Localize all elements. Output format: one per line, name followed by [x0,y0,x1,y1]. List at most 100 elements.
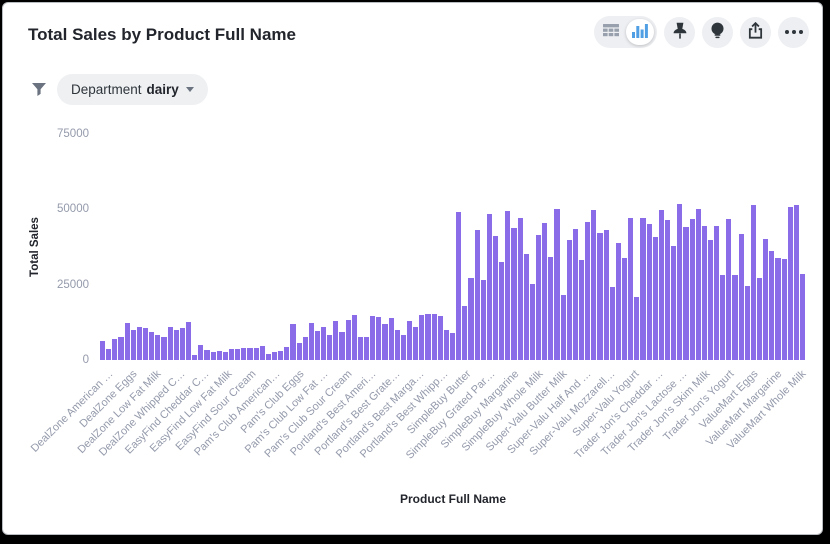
bar[interactable] [438,316,443,360]
bar[interactable] [751,205,756,360]
bar[interactable] [303,337,308,361]
bar[interactable] [321,327,326,360]
bar[interactable] [579,260,584,360]
bar[interactable] [462,306,467,360]
bar[interactable] [278,351,283,360]
bar[interactable] [432,314,437,360]
bar[interactable] [223,352,228,360]
bar[interactable] [389,318,394,360]
bar[interactable] [425,314,430,360]
bar[interactable] [106,349,111,360]
bar[interactable] [634,297,639,360]
bar[interactable] [622,258,627,360]
bar[interactable] [708,240,713,360]
bar[interactable] [131,330,136,360]
bar[interactable] [168,327,173,360]
bar[interactable] [542,223,547,360]
bar[interactable] [395,330,400,360]
bar[interactable] [524,254,529,360]
bar[interactable] [155,335,160,360]
bar[interactable] [763,239,768,360]
bar[interactable] [376,317,381,360]
bar[interactable] [683,227,688,360]
bar[interactable] [745,286,750,360]
bar[interactable] [561,295,566,360]
bar[interactable] [511,228,516,360]
bar[interactable] [217,351,222,360]
bar[interactable] [407,321,412,360]
bar[interactable] [794,205,799,360]
bar[interactable] [720,275,725,360]
bar[interactable] [333,321,338,360]
bar[interactable] [628,218,633,360]
bar[interactable] [487,214,492,360]
pin-button[interactable] [664,17,695,48]
bar[interactable] [272,352,277,360]
bar[interactable] [481,280,486,360]
filter-chip-department[interactable]: Department dairy [57,74,208,105]
bar[interactable] [493,236,498,360]
chart-view-button[interactable] [626,19,654,45]
bar[interactable] [315,331,320,360]
bar[interactable] [352,315,357,360]
bar[interactable] [370,316,375,360]
bar[interactable] [358,337,363,361]
bar[interactable] [800,274,805,360]
bar[interactable] [696,209,701,360]
bar[interactable] [266,354,271,360]
bar[interactable] [118,337,123,361]
bar[interactable] [327,335,332,360]
bar[interactable] [401,335,406,360]
bar[interactable] [597,233,602,360]
more-options-button[interactable] [778,17,809,48]
bar[interactable] [346,320,351,360]
bar[interactable] [284,347,289,360]
bar[interactable] [174,330,179,360]
bar[interactable] [591,210,596,360]
bar[interactable] [339,332,344,360]
bar[interactable] [192,355,197,360]
bar[interactable] [659,210,664,360]
bar[interactable] [247,348,252,360]
bar[interactable] [757,278,762,360]
bar[interactable] [468,278,473,360]
bar[interactable] [419,315,424,360]
bar[interactable] [610,287,615,360]
bar[interactable] [665,220,670,360]
bar[interactable] [536,235,541,360]
bar[interactable] [775,258,780,360]
bar[interactable] [186,322,191,360]
bar[interactable] [413,327,418,360]
bar[interactable] [671,246,676,360]
bar[interactable] [518,218,523,360]
bar[interactable] [456,212,461,360]
insight-button[interactable] [702,17,733,48]
bar[interactable] [530,284,535,360]
bar[interactable] [297,343,302,360]
bar[interactable] [137,327,142,360]
bar[interactable] [241,348,246,360]
bar[interactable] [180,328,185,360]
bar[interactable] [204,350,209,360]
bar[interactable] [450,333,455,360]
bar[interactable] [229,349,234,360]
bar[interactable] [616,243,621,360]
bar[interactable] [112,339,117,360]
share-button[interactable] [740,17,771,48]
bar[interactable] [382,324,387,360]
bar[interactable] [254,348,259,360]
bar[interactable] [702,226,707,360]
bar[interactable] [290,324,295,360]
bar[interactable] [769,251,774,360]
bar[interactable] [739,234,744,360]
bar[interactable] [653,237,658,360]
bar[interactable] [499,262,504,360]
bar[interactable] [100,341,105,360]
bar[interactable] [444,330,449,360]
bar[interactable] [309,323,314,360]
bar[interactable] [143,328,148,360]
bar[interactable] [235,349,240,360]
bar[interactable] [125,323,130,360]
bar[interactable] [260,346,265,360]
bar[interactable] [690,219,695,360]
